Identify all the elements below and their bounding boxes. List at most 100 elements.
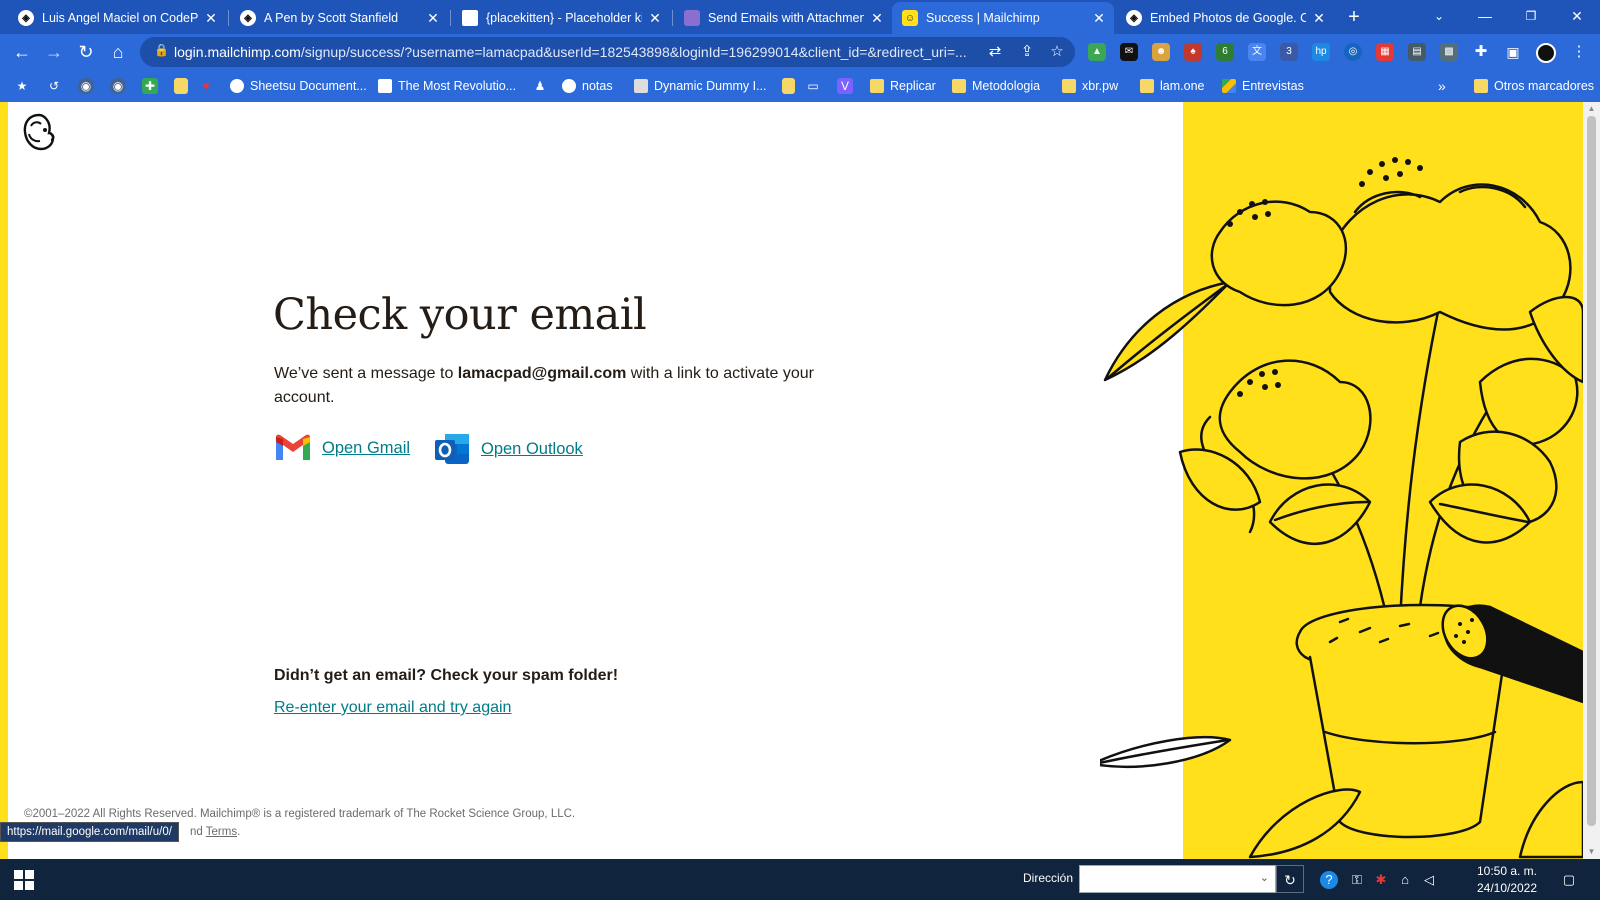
bookmark-icon[interactable]: [174, 78, 188, 94]
open-outlook-label[interactable]: Open Outlook: [481, 440, 583, 459]
briefcase-icon[interactable]: ▭: [805, 78, 821, 94]
close-icon[interactable]: ✕: [648, 10, 662, 27]
pin-icon[interactable]: ♟: [532, 78, 548, 94]
network-icon[interactable]: ⌂: [1396, 871, 1414, 889]
plant-illustration: [1100, 157, 1583, 859]
bookmark-item[interactable]: notas: [562, 76, 613, 96]
notifications-icon[interactable]: ▢: [1560, 871, 1578, 889]
address-toolbar-label: Dirección: [1023, 871, 1074, 885]
scroll-down-arrow-icon[interactable]: ▼: [1583, 845, 1600, 859]
folder-icon[interactable]: [782, 78, 795, 94]
menu-kebab-icon[interactable]: ⋮: [1570, 43, 1588, 61]
mailchimp-logo-icon[interactable]: [20, 112, 58, 152]
browser-tab[interactable]: ◈ Embed Photos de Google. Co ✕: [1116, 2, 1334, 34]
open-outlook-link[interactable]: Open Outlook: [433, 432, 583, 466]
home-icon[interactable]: ⌂: [104, 38, 132, 66]
browser-tab[interactable]: ◈ A Pen by Scott Stanfield ✕: [230, 2, 448, 34]
tab-search-button[interactable]: ⌄: [1416, 0, 1462, 32]
bookmark-folder[interactable]: Replicar: [870, 76, 936, 96]
outlook-icon: [435, 434, 469, 464]
close-icon[interactable]: ✕: [426, 10, 440, 27]
forward-arrow-icon[interactable]: →: [40, 38, 68, 66]
more-bookmarks-chevron[interactable]: »: [1438, 76, 1446, 96]
close-icon[interactable]: ✕: [1312, 10, 1326, 27]
extension-icon[interactable]: ▩: [1440, 43, 1458, 61]
other-bookmarks-folder[interactable]: Otros marcadores: [1474, 76, 1594, 96]
bookmark-folder[interactable]: lam.one: [1140, 76, 1204, 96]
side-panel-icon[interactable]: ▣: [1504, 43, 1522, 61]
extension-icon[interactable]: ◎: [1344, 43, 1362, 61]
address-bar[interactable]: 🔒 login.mailchimp.com/signup/success/?us…: [140, 37, 1075, 67]
star-icon[interactable]: ★: [14, 78, 30, 94]
v-bookmark-icon[interactable]: V: [837, 78, 853, 94]
tab-title: Send Emails with Attachments: [708, 11, 864, 25]
close-icon[interactable]: ✕: [1092, 10, 1106, 27]
profile-avatar[interactable]: [1536, 43, 1556, 63]
sheets-bookmark-icon[interactable]: ✚: [142, 78, 158, 94]
extension-icon-with-badge[interactable]: 3: [1280, 43, 1298, 61]
page-viewport: Check your email We’ve sent a message to…: [0, 102, 1583, 859]
footer-copyright: ©2001–2022 All Rights Reserved. Mailchim…: [24, 808, 576, 820]
reenter-email-link[interactable]: Re-enter your email and try again: [274, 699, 511, 717]
page-scrollbar[interactable]: ▲ ▼: [1583, 102, 1600, 859]
extension-icon-with-badge[interactable]: 6: [1216, 43, 1234, 61]
lock-icon[interactable]: 🔒: [154, 43, 169, 57]
document-icon: [462, 10, 478, 26]
extension-icon[interactable]: ▤: [1408, 43, 1426, 61]
volume-icon[interactable]: ◁: [1420, 871, 1438, 889]
translate-icon[interactable]: ⇄: [985, 42, 1005, 62]
bookmark-star-icon[interactable]: ☆: [1047, 42, 1067, 62]
url-text[interactable]: login.mailchimp.com/signup/success/?user…: [174, 44, 999, 60]
close-icon[interactable]: ✕: [870, 10, 884, 27]
chevron-down-icon[interactable]: ⌄: [1260, 871, 1269, 884]
share-icon[interactable]: ⇪: [1017, 42, 1037, 62]
puzzle-extensions-icon[interactable]: ✚: [1472, 43, 1490, 61]
bookmark-icon[interactable]: ◉: [78, 78, 94, 94]
restore-button[interactable]: ❐: [1508, 0, 1554, 32]
bookmark-icon[interactable]: ◉: [110, 78, 126, 94]
minimize-button[interactable]: —: [1462, 0, 1508, 32]
tab-strip: ◈ Luis Angel Maciel on CodePen ✕ ◈ A Pen…: [0, 0, 1600, 34]
bookmark-folder[interactable]: Metodologia: [952, 76, 1040, 96]
lock-tray-icon[interactable]: ⚿: [1348, 871, 1366, 889]
google-drive-extension-icon[interactable]: ▲: [1088, 43, 1106, 61]
close-window-button[interactable]: ✕: [1554, 0, 1600, 32]
extension-icon[interactable]: ✉: [1120, 43, 1138, 61]
extension-icon[interactable]: ♠: [1184, 43, 1202, 61]
address-toolbar-input[interactable]: ⌄: [1079, 865, 1276, 893]
refresh-icon[interactable]: ↻: [1276, 865, 1304, 893]
close-icon[interactable]: ✕: [204, 10, 218, 27]
hp-extension-icon[interactable]: hp: [1312, 43, 1330, 61]
bookmark-item[interactable]: Entrevistas: [1222, 76, 1304, 96]
browser-tab[interactable]: ◈ Luis Angel Maciel on CodePen ✕: [8, 2, 226, 34]
scrollbar-thumb[interactable]: [1587, 116, 1596, 826]
back-arrow-icon[interactable]: ←: [8, 38, 36, 66]
browser-tab-active[interactable]: ☺ Success | Mailchimp ✕: [892, 2, 1114, 34]
codepen-icon: ◈: [240, 10, 256, 26]
windows-start-icon[interactable]: [14, 870, 34, 890]
bookmark-item[interactable]: The Most Revolutio...: [378, 76, 516, 96]
history-icon[interactable]: ↺: [46, 78, 62, 94]
translate-extension-icon[interactable]: 文: [1248, 43, 1266, 61]
bookmark-item[interactable]: Dynamic Dummy I...: [634, 76, 767, 96]
scroll-up-arrow-icon[interactable]: ▲: [1583, 102, 1600, 116]
heart-icon[interactable]: ♥: [198, 78, 214, 94]
bookmark-folder[interactable]: xbr.pw: [1062, 76, 1118, 96]
help-icon[interactable]: ?: [1320, 871, 1338, 889]
reload-icon[interactable]: ↻: [72, 38, 100, 66]
extension-icon[interactable]: ▦: [1376, 43, 1394, 61]
bookmark-item[interactable]: Sheetsu Document...: [230, 76, 367, 96]
tab-title: Embed Photos de Google. Co: [1150, 11, 1306, 25]
link-status-bubble: https://mail.google.com/mail/u/0/: [0, 822, 179, 842]
spam-folder-note: Didn’t get an email? Check your spam fol…: [274, 667, 619, 684]
extension-icon[interactable]: ☻: [1152, 43, 1170, 61]
browser-tab[interactable]: {placekitten} - Placeholder kit ✕: [452, 2, 670, 34]
open-gmail-link[interactable]: Open Gmail: [274, 432, 410, 464]
new-tab-button[interactable]: +: [1343, 5, 1365, 29]
terms-link[interactable]: Terms: [206, 826, 237, 838]
bug-icon[interactable]: ✱: [1372, 871, 1390, 889]
browser-tab[interactable]: Send Emails with Attachments ✕: [674, 2, 892, 34]
system-clock[interactable]: 10:50 a. m. 24/10/2022: [1472, 863, 1542, 897]
page-title: Check your email: [273, 290, 647, 340]
open-gmail-label[interactable]: Open Gmail: [322, 439, 410, 458]
